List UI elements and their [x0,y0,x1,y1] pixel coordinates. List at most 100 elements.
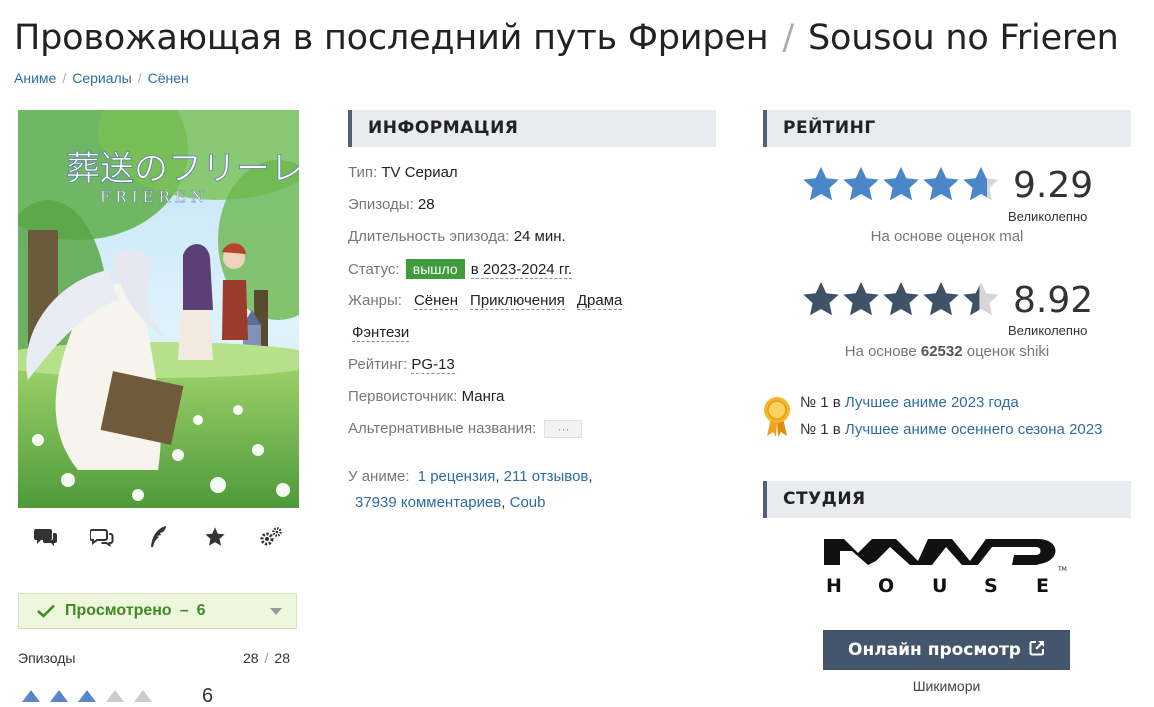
mal-star [883,167,919,201]
info-genres: Жанры: Сёнен Приключения Драма [348,288,718,320]
watch-online-button[interactable]: Онлайн просмотр [823,630,1070,670]
info-status-label: Статус: [348,261,400,278]
svg-text:S: S [984,575,998,595]
comma-separator: , [495,468,504,485]
svg-text:E: E [1036,575,1049,595]
info-episodes-value: 28 [417,196,435,213]
shiki-basis-suffix: оценок shiki [966,343,1050,360]
breadcrumb-series[interactable]: Сериалы [72,70,132,86]
info-source: Первоисточник: Манга [348,384,718,416]
shiki-score-word: Великолепно [1008,323,1088,338]
favorite-icon[interactable] [195,522,235,552]
mal-star [923,167,959,201]
info-type-label: Тип: [348,164,378,181]
comments-link[interactable]: 37939 комментариев [355,494,501,511]
external-link-icon [1029,640,1045,661]
breadcrumb-anime[interactable]: Аниме [14,70,56,86]
rating-header: РЕЙТИНГ [763,110,1131,147]
review-icon[interactable] [138,522,178,552]
shiki-basis-prefix: На основе [844,343,917,360]
genre-link-shounen[interactable]: Сёнен [413,292,459,310]
info-source-value: Манга [461,388,505,405]
shiki-score: 8.92 [1013,280,1094,321]
info-rating: Рейтинг: PG-13 [348,352,718,384]
title-romaji: Sousou no Frieren [807,18,1119,58]
mal-stars [801,165,1001,205]
info-rating-value[interactable]: PG-13 [411,356,455,374]
feedback-link[interactable]: 211 отзывов [504,468,589,485]
shiki-star [803,282,839,316]
settings-icon[interactable] [251,522,291,552]
comments-icon[interactable] [26,522,66,552]
info-episodes: Эпизоды: 28 [348,192,718,224]
info-type: Тип: TV Сериал [348,160,718,192]
genre-link-fantasy[interactable]: Фэнтези [352,324,410,342]
shiki-star [883,282,919,316]
genre-link-drama[interactable]: Драма [576,292,623,310]
mal-star [803,167,839,201]
breadcrumb-shounen[interactable]: Сёнен [148,70,189,86]
info-alt-label: Альтернативные названия: [348,420,537,437]
user-rating-star[interactable] [50,690,68,702]
info-genres-label: Жанры: [348,292,402,309]
award-prefix: № 1 в [800,394,841,411]
svg-text:H: H [826,575,842,595]
award-link-best-2023[interactable]: Лучшее аниме 2023 года [845,394,1019,411]
info-list: Тип: TV Сериал Эпизоды: 28 Длительность … [348,160,718,448]
rating-shiki: 8.92 Великолепно На основе 62532 оценок … [763,280,1131,365]
title-ru: Провожающая в последний путь Фрирен [14,18,769,58]
user-rating-stars[interactable]: 6 [22,685,214,707]
mal-score-word: Великолепно [1008,209,1088,224]
info-status-dates[interactable]: в 2023-2024 гг. [470,261,573,279]
chevron-down-icon [270,608,282,615]
info-type-value: TV Сериал [381,164,458,181]
mal-star [843,167,879,201]
watched-score: 6 [196,602,206,619]
episodes-total: 28 [274,650,290,666]
comma-separator: , [588,468,593,485]
mal-star [963,167,999,201]
rating-mal: 9.29 Великолепно На основе оценок mal [763,165,1131,250]
shiki-basis-count: 62532 [920,343,963,360]
info-alt-names: Альтернативные названия: ··· [348,416,718,448]
user-rating-star[interactable] [106,690,124,702]
shiki-star [923,282,959,316]
watch-online-label: Онлайн просмотр [848,640,1021,660]
episodes-label: Эпизоды [18,650,76,666]
info-duration-value: 24 мин. [513,228,566,245]
shiki-basis: На основе 62532 оценок shiki [763,343,1131,360]
user-rating-star[interactable] [22,690,40,702]
studio-header: СТУДИЯ [763,481,1131,518]
info-duration-label: Длительность эпизода: [348,228,510,245]
award-link-best-autumn-2023[interactable]: Лучшее аниме осеннего сезона 2023 [845,421,1103,438]
discussion-icon[interactable] [82,522,122,552]
studio-logo-mappa[interactable]: H O U S E TM [822,533,1072,600]
page-title: Провожающая в последний путь Фрирен / Sous… [14,18,1119,58]
svg-text:U: U [932,575,947,595]
anime-stats: У аниме: 1 рецензия, 211 отзывов, 37939 … [348,464,648,516]
poster-title-jp: 葬送のフリーレン [66,149,299,189]
poster-toolbar [18,521,299,553]
reviews-link[interactable]: 1 рецензия [418,468,496,485]
coub-link[interactable]: Coub [510,494,546,511]
alt-names-toggle-button[interactable]: ··· [544,420,583,438]
shiki-star [843,282,879,316]
title-separator: / [782,18,794,58]
info-genres-continued: Фэнтези [348,320,718,352]
user-rating-star[interactable] [134,690,152,702]
award-medal-icon [763,396,791,443]
episodes-watched[interactable]: 28 [243,650,259,666]
user-rating-value: 6 [202,685,214,707]
breadcrumb: Аниме / Сериалы / Сёнен [14,70,189,86]
poster-title-en: FRIEREN [100,188,209,206]
watched-label: Просмотрено [65,602,172,619]
poster-image[interactable]: 葬送のフリーレン FRIEREN [18,110,299,508]
shiki-stars [801,280,1001,320]
user-rating-star[interactable] [78,690,96,702]
breadcrumb-separator: / [62,70,67,86]
info-status: Статус: вышло в 2023-2024 гг. [348,256,718,288]
award-prefix: № 1 в [800,421,841,438]
genre-link-adventure[interactable]: Приключения [470,292,565,310]
watch-online-source: Шикимори [912,678,981,694]
watched-status-dropdown[interactable]: Просмотрено – 6 [18,593,297,629]
